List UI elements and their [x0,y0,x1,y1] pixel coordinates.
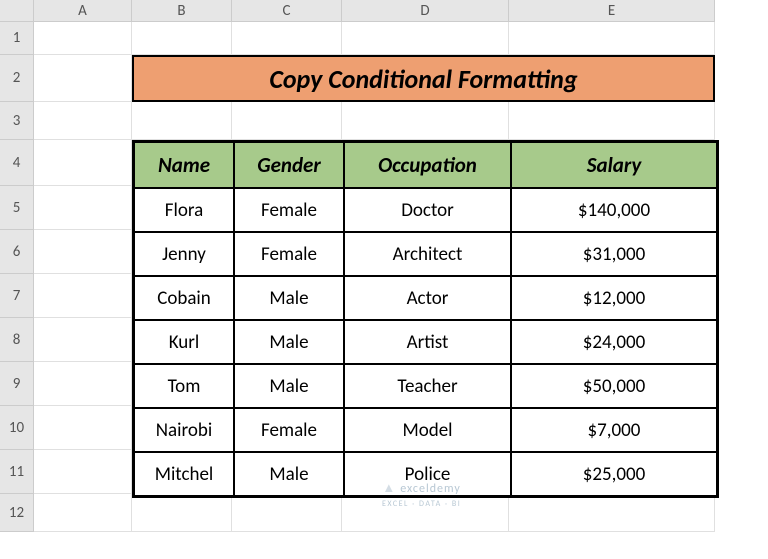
spreadsheet: ABCDE 123456789101112 Copy Conditional F… [0,0,768,559]
table-header-salary[interactable]: Salary [511,142,717,188]
table-cell[interactable]: Cobain [134,276,234,320]
table-header-gender[interactable]: Gender [234,142,344,188]
table-row: NairobiFemaleModel$7,000 [134,408,717,452]
cell-A9[interactable] [34,362,132,406]
cell-D12[interactable] [342,494,509,532]
title-merged-cell[interactable]: Copy Conditional Formatting [132,55,715,102]
cell-B3[interactable] [132,102,232,140]
cell-A8[interactable] [34,318,132,362]
table-cell[interactable]: Female [234,188,344,232]
cell-A2[interactable] [34,55,132,102]
table-cell[interactable]: Model [344,408,511,452]
table-cell[interactable]: Male [234,452,344,496]
table-cell[interactable]: Male [234,276,344,320]
table-cell[interactable]: Male [234,320,344,364]
column-header-a[interactable]: A [34,0,132,22]
column-header-c[interactable]: C [232,0,342,22]
table-cell[interactable]: $25,000 [511,452,717,496]
table-cell[interactable]: Female [234,408,344,452]
row-header-11[interactable]: 11 [0,450,34,494]
cell-A4[interactable] [34,140,132,186]
table-cell[interactable]: Actor [344,276,511,320]
row-header-1[interactable]: 1 [0,22,34,55]
table-cell[interactable]: Architect [344,232,511,276]
table-cell[interactable]: $50,000 [511,364,717,408]
cell-A12[interactable] [34,494,132,532]
cell-E3[interactable] [509,102,715,140]
row-header-5[interactable]: 5 [0,186,34,230]
table-row: TomMaleTeacher$50,000 [134,364,717,408]
data-table: NameGenderOccupationSalaryFloraFemaleDoc… [132,140,719,498]
table-header-name[interactable]: Name [134,142,234,188]
table-cell[interactable]: $7,000 [511,408,717,452]
table-cell[interactable]: $31,000 [511,232,717,276]
row-header-9[interactable]: 9 [0,362,34,406]
table-cell[interactable]: Male [234,364,344,408]
table-cell[interactable]: $140,000 [511,188,717,232]
row-header-7[interactable]: 7 [0,274,34,318]
column-header-d[interactable]: D [342,0,509,22]
cell-D1[interactable] [342,22,509,55]
table-cell[interactable]: Female [234,232,344,276]
table-cell[interactable]: Teacher [344,364,511,408]
table-cell[interactable]: Jenny [134,232,234,276]
table-row: FloraFemaleDoctor$140,000 [134,188,717,232]
table-cell[interactable]: $12,000 [511,276,717,320]
table-cell[interactable]: Tom [134,364,234,408]
table-row: MitchelMalePolice$25,000 [134,452,717,496]
table-cell[interactable]: Kurl [134,320,234,364]
cell-A3[interactable] [34,102,132,140]
cell-A11[interactable] [34,450,132,494]
row-headers: 123456789101112 [0,22,34,532]
cell-B12[interactable] [132,494,232,532]
row-header-12[interactable]: 12 [0,494,34,532]
cell-A6[interactable] [34,230,132,274]
table-header-occupation[interactable]: Occupation [344,142,511,188]
row-header-10[interactable]: 10 [0,406,34,450]
cell-C1[interactable] [232,22,342,55]
cell-A7[interactable] [34,274,132,318]
table-cell[interactable]: Mitchel [134,452,234,496]
cell-D3[interactable] [342,102,509,140]
row-header-2[interactable]: 2 [0,55,34,102]
column-header-b[interactable]: B [132,0,232,22]
table-cell[interactable]: $24,000 [511,320,717,364]
cell-A5[interactable] [34,186,132,230]
table-cell[interactable]: Nairobi [134,408,234,452]
cell-B1[interactable] [132,22,232,55]
select-all-corner[interactable] [0,0,34,22]
cell-C12[interactable] [232,494,342,532]
table-cell[interactable]: Artist [344,320,511,364]
row-header-4[interactable]: 4 [0,140,34,186]
row-header-8[interactable]: 8 [0,318,34,362]
cell-A10[interactable] [34,406,132,450]
table-cell[interactable]: Doctor [344,188,511,232]
column-header-e[interactable]: E [509,0,715,22]
row-header-3[interactable]: 3 [0,102,34,140]
cell-C3[interactable] [232,102,342,140]
row-header-6[interactable]: 6 [0,230,34,274]
cell-E1[interactable] [509,22,715,55]
table-cell[interactable]: Flora [134,188,234,232]
cell-A1[interactable] [34,22,132,55]
table-cell[interactable]: Police [344,452,511,496]
title-text: Copy Conditional Formatting [269,63,577,95]
table-row: CobainMaleActor$12,000 [134,276,717,320]
cell-E12[interactable] [509,494,715,532]
table-row: KurlMaleArtist$24,000 [134,320,717,364]
column-headers: ABCDE [34,0,715,22]
table-row: JennyFemaleArchitect$31,000 [134,232,717,276]
